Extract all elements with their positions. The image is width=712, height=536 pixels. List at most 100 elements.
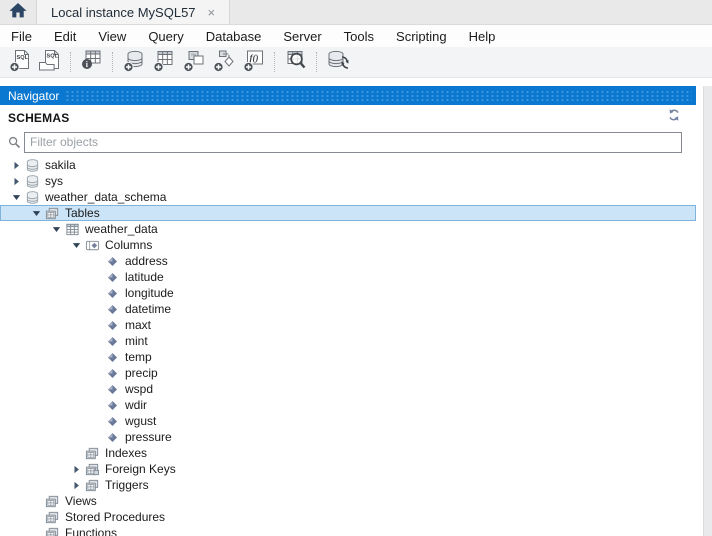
chevron-right-icon[interactable] — [8, 157, 24, 173]
filter-objects-input[interactable] — [24, 132, 682, 153]
tree-node-columns[interactable]: Columns — [0, 237, 696, 253]
navigator-panel: Navigator SCHEMAS — [0, 86, 696, 536]
tree-node-label: sys — [45, 174, 69, 188]
mysql-workbench-window: Local instance MySQL57 × FileEditViewQue… — [0, 0, 712, 536]
tree-node-label: temp — [125, 350, 158, 364]
arrow-spacer — [88, 301, 104, 317]
arrow-spacer — [28, 509, 44, 525]
tree-node-label: address — [125, 254, 174, 268]
reconnect-dbms-button[interactable] — [323, 49, 353, 75]
chevron-right-icon[interactable] — [68, 461, 84, 477]
tree-node-sakila[interactable]: sakila — [0, 157, 696, 173]
column-icon — [104, 365, 120, 381]
chevron-down-icon[interactable] — [68, 237, 84, 253]
tree-node-triggers[interactable]: Triggers — [0, 477, 696, 493]
tree-node-label: Functions — [65, 526, 123, 536]
tree-node-wspd[interactable]: wspd — [0, 381, 696, 397]
tree-node-wdir[interactable]: wdir — [0, 397, 696, 413]
menu-tools[interactable]: Tools — [333, 27, 385, 46]
refresh-schemas-button[interactable] — [666, 110, 682, 126]
tree-node-views[interactable]: Views — [0, 493, 696, 509]
chevron-right-icon[interactable] — [8, 173, 24, 189]
arrow-spacer — [88, 317, 104, 333]
column-icon — [104, 397, 120, 413]
schemas-section-title: SCHEMAS — [8, 111, 69, 125]
menu-database[interactable]: Database — [195, 27, 273, 46]
panel-splitter[interactable] — [696, 86, 703, 536]
menu-scripting[interactable]: Scripting — [385, 27, 458, 46]
chevron-down-icon[interactable] — [8, 189, 24, 205]
arrow-spacer — [88, 413, 104, 429]
chevron-right-icon[interactable] — [68, 477, 84, 493]
tree-node-label: datetime — [125, 302, 177, 316]
menu-edit[interactable]: Edit — [43, 27, 87, 46]
refresh-icon — [667, 108, 681, 127]
toolbar-separator — [70, 52, 72, 72]
schema-icon — [24, 157, 40, 173]
new-sql-tab-button[interactable]: SQL — [5, 49, 35, 75]
tree-node-datetime[interactable]: datetime — [0, 301, 696, 317]
tree-node-mint[interactable]: mint — [0, 333, 696, 349]
menu-help[interactable]: Help — [458, 27, 507, 46]
column-icon — [104, 285, 120, 301]
tree-node-functions[interactable]: Functions — [0, 525, 696, 536]
chevron-down-icon[interactable] — [48, 221, 64, 237]
tree-node-longitude[interactable]: longitude — [0, 285, 696, 301]
svg-text:SQL: SQL — [47, 53, 59, 59]
tree-node-wgust[interactable]: wgust — [0, 413, 696, 429]
create-procedure-button[interactable] — [209, 49, 239, 75]
home-icon — [8, 1, 28, 24]
tree-node-pressure[interactable]: pressure — [0, 429, 696, 445]
open-sql-script-button[interactable]: SQL — [35, 49, 65, 75]
menu-view[interactable]: View — [87, 27, 137, 46]
create-table-button[interactable] — [149, 49, 179, 75]
tree-node-foreign-keys[interactable]: Foreign Keys — [0, 461, 696, 477]
home-tab[interactable] — [0, 0, 37, 24]
tree-node-latitude[interactable]: latitude — [0, 269, 696, 285]
schema-icon — [24, 173, 40, 189]
tree-node-temp[interactable]: temp — [0, 349, 696, 365]
column-icon — [104, 269, 120, 285]
menu-file[interactable]: File — [0, 27, 43, 46]
navigator-title: Navigator — [8, 89, 59, 103]
sql-new-icon: SQL — [7, 48, 33, 77]
chevron-down-icon[interactable] — [28, 205, 44, 221]
toolbar-gap — [0, 78, 712, 86]
arrow-spacer — [88, 349, 104, 365]
tab-close-icon[interactable]: × — [206, 6, 218, 19]
tree-node-stored-procedures[interactable]: Stored Procedures — [0, 509, 696, 525]
tree-node-weather-data-schema[interactable]: weather_data_schema — [0, 189, 696, 205]
tree-node-weather-data[interactable]: weather_data — [0, 221, 696, 237]
tree-node-precip[interactable]: precip — [0, 365, 696, 381]
svg-text:SQL: SQL — [17, 55, 29, 61]
search-data-button[interactable] — [281, 49, 311, 75]
menu-query[interactable]: Query — [137, 27, 194, 46]
create-schema-button[interactable] — [119, 49, 149, 75]
tree-node-maxt[interactable]: maxt — [0, 317, 696, 333]
tree-node-address[interactable]: address — [0, 253, 696, 269]
arrow-spacer — [68, 445, 84, 461]
column-icon — [104, 413, 120, 429]
inspector-icon: i — [79, 48, 105, 77]
editor-area-edge — [703, 86, 712, 536]
svg-text:f(): f() — [250, 53, 259, 63]
arrow-spacer — [88, 397, 104, 413]
create-function-button[interactable]: f() — [239, 49, 269, 75]
tree-node-label: mint — [125, 334, 154, 348]
create-view-button[interactable] — [179, 49, 209, 75]
tab-local-instance[interactable]: Local instance MySQL57 × — [37, 0, 230, 24]
tree-node-tables[interactable]: Tables — [0, 205, 696, 221]
menu-server[interactable]: Server — [272, 27, 332, 46]
tree-node-label: Views — [65, 494, 103, 508]
arrow-spacer — [88, 253, 104, 269]
toolbar-separator — [274, 52, 276, 72]
tree-node-indexes[interactable]: Indexes — [0, 445, 696, 461]
tree-node-label: weather_data — [85, 222, 164, 236]
function-new-icon: f() — [241, 48, 267, 77]
foreign-keys-icon — [84, 461, 100, 477]
schema-tree: sakilasysweather_data_schemaTablesweathe… — [0, 154, 696, 536]
tree-node-sys[interactable]: sys — [0, 173, 696, 189]
main-area: Navigator SCHEMAS — [0, 86, 712, 536]
inspector-button[interactable]: i — [77, 49, 107, 75]
tree-node-label: Foreign Keys — [105, 462, 182, 476]
